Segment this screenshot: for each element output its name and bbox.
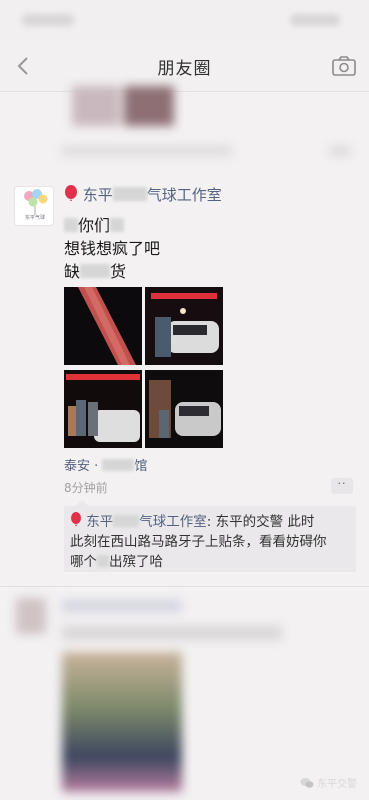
- nav-bar: 朋友圈: [0, 40, 369, 92]
- camera-icon: [332, 56, 356, 76]
- next-post-image: [62, 652, 182, 792]
- redaction: [113, 515, 140, 527]
- post-photo-2[interactable]: [145, 287, 223, 365]
- post-text-line-1: 你们: [64, 212, 125, 236]
- redaction: [110, 218, 125, 232]
- comment-text-3-start: 哪个: [70, 554, 97, 570]
- redaction: [112, 187, 147, 201]
- comment-box: 东平 气球工作室: 东平的交警 此时 此刻在西山路马路牙子上贴条，看看妨碍你 哪个…: [64, 500, 356, 572]
- photo-night-car: [145, 370, 223, 448]
- watermark-label: 东平交警: [317, 779, 357, 790]
- previous-post-images: [68, 86, 176, 126]
- comment-colon: :: [206, 514, 216, 530]
- post-author-prefix: 东平: [82, 186, 113, 204]
- next-post-text: [62, 626, 282, 640]
- redaction: [64, 218, 78, 232]
- status-bar: [0, 0, 369, 40]
- photo-street-officers: [64, 370, 142, 448]
- more-options-button[interactable]: ··: [331, 478, 353, 494]
- photo-police-car: [145, 287, 223, 365]
- previous-post-footer: [62, 146, 232, 156]
- comment-line-2: 此刻在西山路马路牙子上贴条，看看妨碍你: [70, 534, 327, 550]
- comment-author-suffix: 气球工作室: [139, 514, 207, 530]
- comment-author[interactable]: 东平 气球工作室: [86, 514, 207, 530]
- post-photo-1[interactable]: [64, 287, 142, 365]
- status-icons-blur: [290, 14, 340, 26]
- post-text-line-1-text: 你们: [78, 216, 111, 235]
- post-text-line-3-end: 货: [110, 262, 127, 281]
- comment-text-1: 东平的交警 此时: [215, 514, 315, 530]
- status-time-blur: [22, 14, 74, 26]
- post-location[interactable]: 泰安 · 馆: [64, 455, 147, 474]
- camera-button[interactable]: [331, 54, 357, 78]
- redaction: [80, 264, 111, 278]
- post-text-line-3-start: 缺: [64, 262, 81, 281]
- balloon-bouquet-icon: [24, 189, 48, 215]
- balloon-icon: [71, 512, 81, 526]
- post-author[interactable]: 东平 气球工作室: [64, 184, 222, 205]
- location-place: 馆: [134, 459, 148, 474]
- post-timestamp: 8分钟前: [64, 481, 108, 495]
- location-city: 泰安 ·: [64, 459, 103, 474]
- comment-line-3: 哪个 出殡了哈: [70, 552, 350, 572]
- comment-text-3-end: 出殡了哈: [109, 554, 163, 570]
- balloon-icon: [65, 185, 77, 201]
- comment-author-prefix: 东平: [86, 514, 114, 530]
- next-post-name: [62, 600, 182, 612]
- post-divider: [0, 586, 369, 587]
- previous-post-more: [330, 146, 350, 156]
- post-photo-4[interactable]: [145, 370, 223, 448]
- avatar-label: 东平气球: [24, 215, 45, 221]
- post-photo-3[interactable]: [64, 370, 142, 448]
- redaction: [97, 555, 109, 567]
- post-author-suffix: 气球工作室: [146, 186, 222, 204]
- wechat-icon: [300, 778, 314, 788]
- comment-line-1: 东平 气球工作室: 东平的交警 此时: [70, 512, 350, 532]
- post-text-line-3: 缺货: [64, 258, 126, 282]
- watermark: 东平交警: [300, 775, 357, 790]
- next-post-avatar: [16, 598, 46, 634]
- post-text-line-2: 想钱想疯了吧: [64, 239, 161, 258]
- page-title: 朋友圈: [157, 59, 212, 79]
- photo-night-banner: [64, 287, 142, 365]
- redaction: [102, 459, 135, 471]
- moment-post: 东平气球 东平 气球工作室 你们 想钱想疯了吧 缺货 泰安 · 馆 8分钟前 ·…: [0, 172, 369, 590]
- avatar[interactable]: 东平气球: [14, 186, 54, 226]
